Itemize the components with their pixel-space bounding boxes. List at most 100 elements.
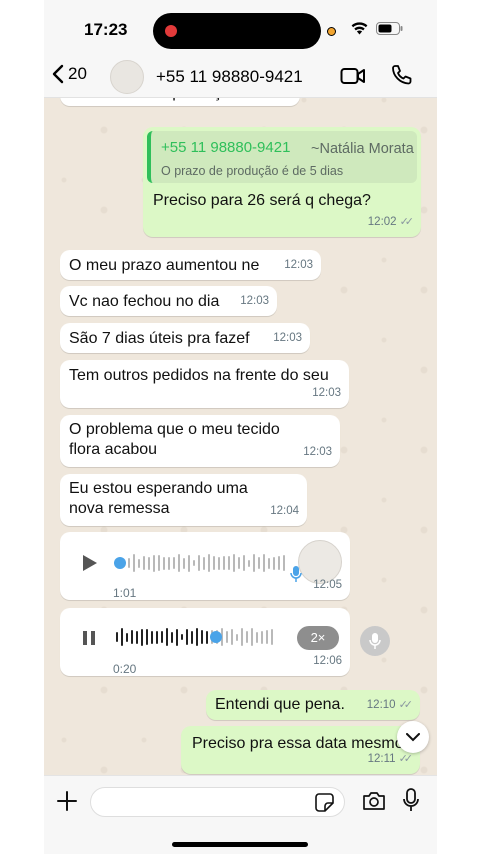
waveform-bar [231,629,233,645]
waveform-bar [193,560,195,566]
chat-header: 20 +55 11 98880-9421 [44,58,437,98]
audio-position: 0:20 [113,662,137,676]
message-input[interactable] [90,787,345,817]
quoted-text: O prazo de produção é de 5 dias [161,164,344,178]
playback-scrubber[interactable] [210,631,222,643]
waveform-bar [128,558,130,568]
mic-icon [290,566,302,582]
waveform-bar [218,556,220,570]
waveform-bar [271,629,273,645]
message-time: 12:02 [367,216,397,228]
playback-scrubber[interactable] [114,557,126,569]
waveform-bar [181,634,183,640]
waveform-bar [141,628,143,646]
camera-icon[interactable] [362,791,386,811]
waveform-bar [238,557,240,569]
waveform-bar [136,630,138,644]
mic-icon [369,633,381,649]
waveform-bar [241,628,243,646]
voice-message[interactable]: 1:01 12:05 [60,532,350,600]
incoming-message[interactable]: São 7 dias úteis pra fazef 12:03 [60,323,310,353]
wifi-icon [351,22,368,35]
waveform-bar [178,554,180,572]
sticker-icon[interactable] [315,793,334,812]
waveform-bar [148,556,150,570]
waveform-bar [251,628,253,646]
message-text: Vc nao fechou no dia [69,293,220,310]
audio-waveform [116,627,273,647]
waveform-bar [168,556,170,570]
incoming-message[interactable]: O meu prazo aumentou ne 12:03 [60,250,321,280]
back-button[interactable]: 20 [52,64,87,84]
message-time: 12:06 [313,655,342,667]
incoming-message[interactable]: Tem outros pedidos na frente do seu 12:0… [60,360,349,408]
waveform-bar [263,554,265,572]
contact-name[interactable]: +55 11 98880-9421 [156,67,303,87]
waveform-bar [143,556,145,570]
waveform-bar [188,554,190,572]
status-time: 17:23 [84,20,128,39]
play-icon[interactable] [82,554,98,572]
message-time: 12:03 [312,387,341,399]
waveform-bar [208,554,210,572]
mic-in-use-indicator-icon [327,27,336,36]
message-text: O problema que o meu tecido flora acabou [69,421,280,458]
outgoing-message[interactable]: Preciso pra essa data mesmo 12:11 ✓✓ [181,726,420,774]
waveform-bar [261,630,263,644]
waveform-bar [151,630,153,644]
waveform-bar [248,559,250,567]
outgoing-message[interactable]: Entendi que pena. 12:10 ✓✓ [206,690,420,720]
message-time: 12:03 [273,332,302,344]
scroll-to-bottom-button[interactable] [397,721,429,753]
waveform-bar [223,556,225,570]
playback-speed-button[interactable]: 2× [297,626,339,650]
unread-count: 20 [68,64,87,83]
waveform-bar [228,556,230,570]
message-time: 12:04 [270,505,299,517]
chevron-down-icon [406,732,420,741]
message-text: Tem outros pedidos na frente do seu [69,367,329,384]
waveform-bar [203,556,205,570]
waveform-bar [283,555,285,571]
quoted-message[interactable]: +55 11 98880-9421 ~Natália Morata O praz… [147,131,417,183]
chat-screen: São 7 dias de produção 12:01 17:23 20 +5… [44,0,437,854]
waveform-bar [138,558,140,568]
message-text: Preciso para 26 será q chega? [153,192,371,209]
waveform-bar [266,630,268,644]
incoming-message[interactable]: Vc nao fechou no dia 12:03 [60,286,277,316]
waveform-bar [256,631,258,643]
incoming-message[interactable]: Eu estou esperando uma nova remessa 12:0… [60,474,307,526]
transcribe-button[interactable] [360,626,390,656]
waveform-bar [171,631,173,643]
video-call-icon[interactable] [340,66,366,86]
waveform-bar [183,557,185,569]
waveform-bar [233,554,235,572]
incoming-message[interactable]: O problema que o meu tecido flora acabou… [60,415,340,467]
message-time: 12:10 [366,699,396,711]
phone-icon[interactable] [390,64,412,86]
dynamic-island [153,13,321,49]
waveform-bar [133,554,135,572]
chevron-left-icon [52,64,64,84]
waveform-bar [236,633,238,641]
avatar[interactable] [110,60,144,94]
waveform-bar [246,631,248,643]
double-check-icon: ✓✓ [399,216,415,228]
waveform-bar [258,557,260,569]
pause-icon[interactable] [82,630,96,646]
waveform-bar [226,631,228,643]
reply-message[interactable]: +55 11 98880-9421 ~Natália Morata O praz… [143,127,421,237]
waveform-bar [153,554,155,572]
waveform-bar [156,630,158,644]
waveform-bar [196,628,198,646]
waveform-bar [273,556,275,570]
waveform-bar [278,556,280,570]
mic-icon[interactable] [403,788,419,812]
voice-message[interactable]: 0:20 2× 12:06 [60,608,350,676]
message-text: O meu prazo aumentou ne [69,257,260,274]
waveform-bar [243,555,245,571]
message-time: 12:03 [303,446,332,458]
waveform-bar [186,629,188,645]
waveform-bar [206,630,208,644]
plus-icon[interactable] [57,791,77,811]
